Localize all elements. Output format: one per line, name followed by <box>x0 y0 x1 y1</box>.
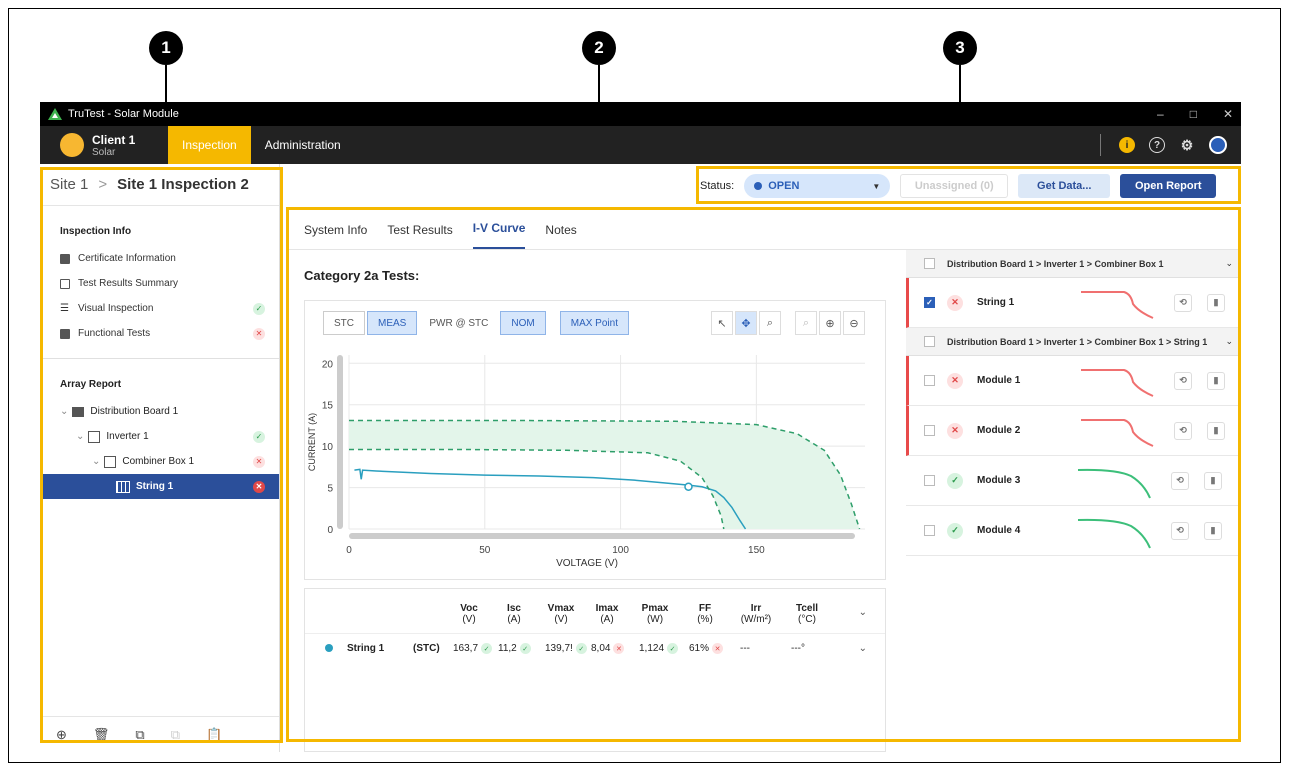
tab-inspection[interactable]: Inspection <box>168 126 251 164</box>
callout-1: 1 <box>149 31 183 65</box>
highlight-box-2 <box>286 207 1241 742</box>
account-icon[interactable] <box>1209 136 1227 154</box>
window-title: TruTest - Solar Module <box>68 108 179 120</box>
top-navbar: Client 1 Solar Inspection Administration… <box>40 126 1241 164</box>
tab-administration[interactable]: Administration <box>251 126 355 164</box>
close-button[interactable]: ✕ <box>1223 107 1233 121</box>
highlight-box-3 <box>696 166 1241 204</box>
app-logo-icon <box>48 108 62 120</box>
client-selector[interactable]: Client 1 Solar <box>40 126 168 164</box>
minimize-button[interactable]: – <box>1157 107 1164 121</box>
highlight-box-1 <box>40 167 283 743</box>
info-icon[interactable]: i <box>1119 137 1135 153</box>
title-bar: TruTest - Solar Module – □ ✕ <box>40 102 1241 126</box>
client-avatar <box>60 133 84 157</box>
client-name: Client 1 <box>92 132 136 147</box>
nav-divider <box>1100 134 1101 156</box>
gear-icon[interactable]: ⚙ <box>1179 137 1195 153</box>
app-window: TruTest - Solar Module – □ ✕ Client 1 So… <box>40 102 1241 752</box>
callout-3: 3 <box>943 31 977 65</box>
client-subtitle: Solar <box>92 146 116 158</box>
maximize-button[interactable]: □ <box>1190 107 1197 121</box>
callout-2: 2 <box>582 31 616 65</box>
help-icon[interactable]: ? <box>1149 137 1165 153</box>
